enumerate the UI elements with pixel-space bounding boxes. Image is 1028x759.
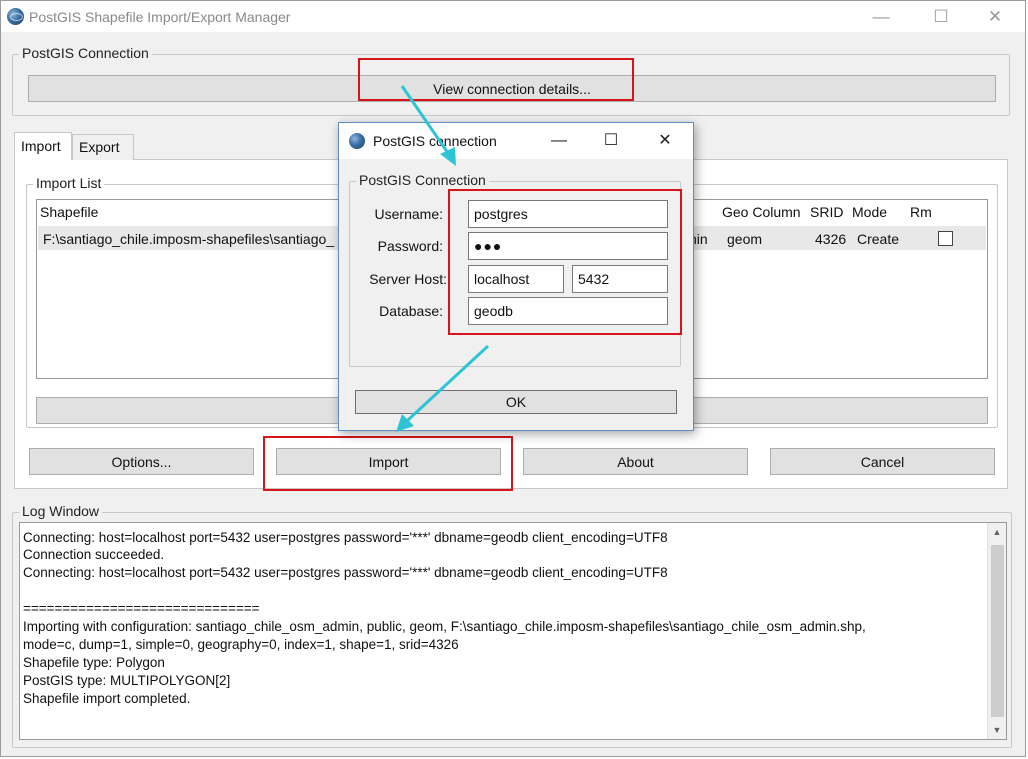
close-button[interactable]: ✕: [972, 5, 1018, 29]
server-host-label: Server Host:: [369, 271, 447, 287]
log-line: Connecting: host=localhost port=5432 use…: [23, 565, 668, 580]
import-list-label: Import List: [33, 175, 105, 191]
minimize-button[interactable]: —: [858, 5, 904, 29]
options-button[interactable]: Options...: [29, 448, 254, 475]
postgis-globe-icon: [7, 8, 24, 25]
cell-mode: Create: [857, 231, 900, 247]
log-output[interactable]: Connecting: host=localhost port=5432 use…: [19, 522, 1007, 740]
password-label: Password:: [377, 238, 443, 254]
postgis-connection-label: PostGIS Connection: [19, 45, 152, 61]
postgis-connection-dialog: PostGIS connection — ☐ ✕ PostGIS Connect…: [338, 122, 694, 431]
cancel-button[interactable]: Cancel: [770, 448, 995, 475]
column-header-mode[interactable]: Mode: [852, 204, 887, 220]
cell-srid: 4326: [815, 231, 847, 247]
log-line: PostGIS type: MULTIPOLYGON[2]: [23, 673, 231, 688]
scroll-up-icon[interactable]: ▲: [988, 523, 1006, 541]
log-line: Importing with configuration: santiago_c…: [23, 619, 866, 634]
column-header-shapefile[interactable]: Shapefile: [40, 204, 98, 220]
dialog-title-bar: PostGIS connection — ☐ ✕: [339, 123, 693, 159]
scroll-down-icon[interactable]: ▼: [988, 721, 1006, 739]
tab-import[interactable]: Import: [14, 132, 72, 160]
log-line: mode=c, dump=1, simple=0, geography=0, i…: [23, 637, 459, 652]
log-line: Connection succeeded.: [23, 547, 165, 562]
log-line: Shapefile type: Polygon: [23, 655, 165, 670]
postgis-globe-icon: [349, 133, 365, 149]
about-button[interactable]: About: [523, 448, 748, 475]
window-title: PostGIS Shapefile Import/Export Manager: [29, 9, 291, 25]
cell-geo-column: geom: [727, 231, 763, 247]
column-header-geo-column[interactable]: Geo Column: [722, 204, 801, 220]
highlight-box-connection: [358, 58, 634, 101]
username-label: Username:: [374, 206, 443, 222]
rm-checkbox[interactable]: [938, 231, 953, 246]
highlight-box-import: [263, 436, 513, 491]
dialog-maximize-button[interactable]: ☐: [591, 129, 631, 153]
dialog-title: PostGIS connection: [373, 133, 497, 149]
dialog-close-button[interactable]: ✕: [645, 129, 685, 153]
dialog-minimize-button[interactable]: —: [539, 129, 579, 153]
log-line: Connecting: host=localhost port=5432 use…: [23, 530, 668, 545]
database-label: Database:: [379, 303, 443, 319]
title-bar: PostGIS Shapefile Import/Export Manager …: [1, 1, 1025, 32]
ok-button[interactable]: OK: [355, 390, 677, 414]
highlight-box-credentials: [448, 189, 682, 335]
tab-export[interactable]: Export: [72, 134, 134, 160]
log-window-label: Log Window: [19, 503, 103, 519]
log-line: Shapefile import completed.: [23, 691, 191, 706]
column-header-rm[interactable]: Rm: [910, 204, 932, 220]
log-scrollbar[interactable]: ▲ ▼: [987, 523, 1006, 739]
cell-shapefile: F:\santiago_chile.imposm-shapefiles\sant…: [43, 231, 335, 247]
log-line: ==============================: [23, 601, 260, 616]
maximize-button[interactable]: ☐: [918, 5, 964, 29]
scroll-thumb[interactable]: [991, 545, 1004, 717]
dialog-group-label: PostGIS Connection: [356, 172, 489, 188]
column-header-srid[interactable]: SRID: [810, 204, 843, 220]
